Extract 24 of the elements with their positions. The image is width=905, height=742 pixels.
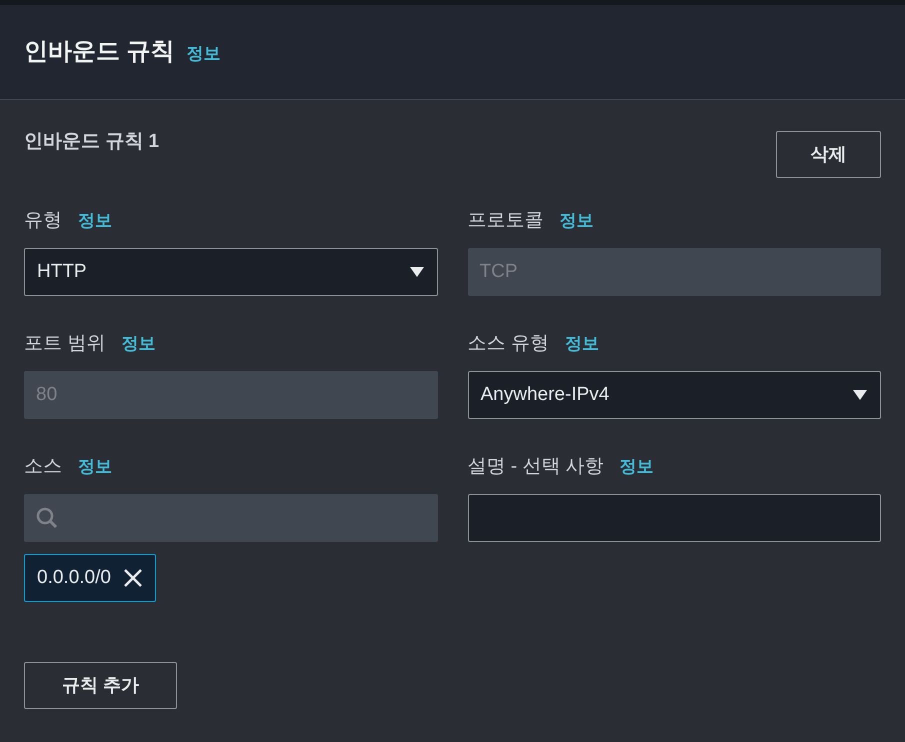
field-label: 유형 — [24, 208, 62, 233]
rule-title: 인바운드 규칙 1 — [24, 130, 160, 154]
delete-button[interactable]: 삭제 — [776, 131, 881, 178]
info-link[interactable]: 정보 — [564, 331, 599, 357]
select-field[interactable]: HTTP — [24, 248, 438, 296]
field-label: 포트 범위 — [24, 332, 106, 356]
input-field[interactable] — [468, 494, 881, 542]
caret-icon — [408, 266, 424, 278]
info-link[interactable]: 정보 — [78, 454, 112, 480]
page-title: 인바운드 규칙 — [24, 37, 175, 67]
field-label: 소스 유형 — [468, 332, 549, 356]
select-field[interactable]: Anywhere-IPv4 — [468, 371, 881, 419]
close-icon[interactable] — [122, 568, 143, 588]
info-link[interactable]: 정보 — [78, 208, 112, 234]
search-icon — [36, 507, 58, 529]
caret-icon — [852, 389, 868, 401]
info-link[interactable]: 정보 — [620, 454, 654, 480]
field-label: 소스 — [24, 454, 62, 479]
info-link[interactable]: 정보 — [186, 41, 221, 67]
field-label: 프로토콜 — [468, 208, 544, 233]
add-rule-button[interactable]: 규칙 추가 — [24, 662, 177, 709]
field-label: 설명 - 선택 사항 — [468, 454, 604, 479]
token-chip: 0.0.0.0/0 — [24, 554, 156, 602]
search-field[interactable] — [24, 494, 438, 542]
